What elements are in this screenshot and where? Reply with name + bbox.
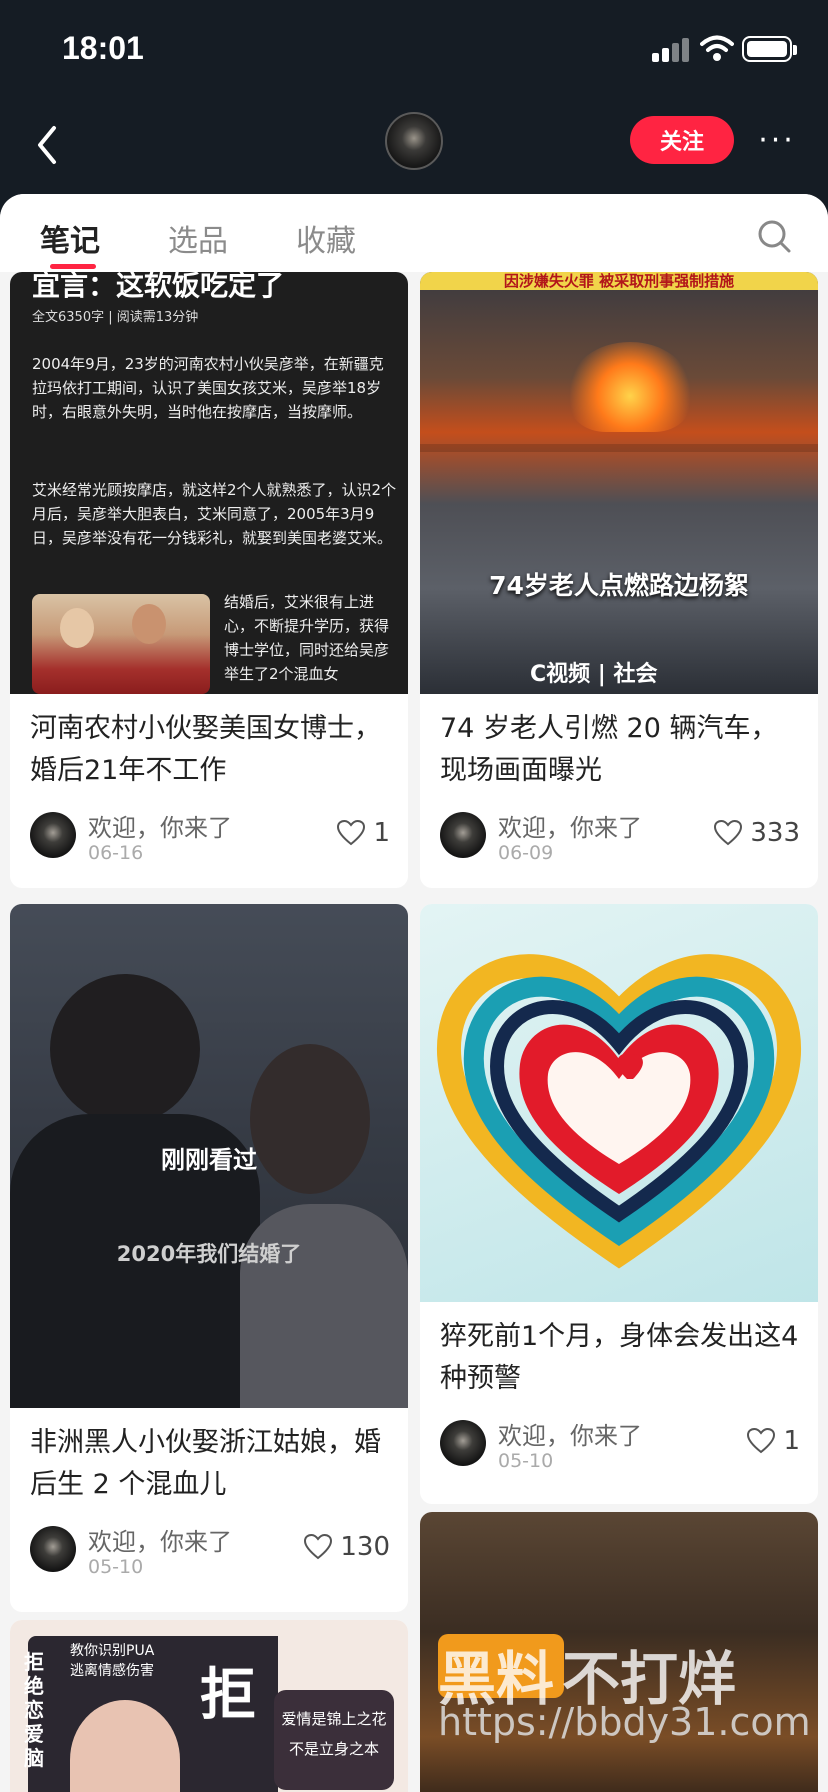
note-date: 05-10: [88, 1556, 144, 1578]
book-spine-title: 拒绝恋爱脑: [24, 1650, 44, 1770]
article-paragraph: 结婚后，艾米很有上进心，不断提升学历，获得博士学位，同时还给吴彦举生了2个混血女: [224, 593, 390, 683]
like-count: 1: [783, 1426, 800, 1456]
article-headline: 宜言：这软饭吃定了: [32, 272, 285, 302]
photo-caption: 2020年我们结婚了: [116, 1242, 302, 1266]
note-title: 猝死前1个月，身体会发出这4种预警: [440, 1321, 799, 1394]
note-card[interactable]: 因涉嫌失火罪 被采取刑事强制措施 74岁老人点燃路边杨絮 C视频 | 社会 74…: [420, 272, 818, 888]
heart-icon: [337, 820, 366, 846]
quote-box: 爱情是锦上之花 不是立身之本: [274, 1690, 394, 1790]
like-count: 1: [373, 818, 390, 848]
book-subtitle: 教你识别PUA: [70, 1643, 155, 1659]
heart-icon: [304, 1534, 333, 1560]
author-name: 欢迎，你来了: [498, 814, 642, 842]
author-avatar: [440, 812, 486, 858]
like-button[interactable]: 1: [747, 1426, 800, 1456]
tab-favorites[interactable]: 收藏: [296, 216, 356, 260]
back-arrow-icon[interactable]: [28, 118, 72, 172]
active-tab-indicator: [50, 264, 96, 269]
status-time: 18:01: [62, 30, 144, 66]
news-banner: 因涉嫌失火罪 被采取刑事强制措施: [420, 272, 818, 290]
tab-bar: 笔记 选品 收藏: [0, 194, 828, 272]
video-caption: 74岁老人点燃路边杨絮: [489, 571, 749, 600]
author-avatar: [440, 1420, 486, 1466]
note-card[interactable]: 黑料 不打烊 https://bbdy31.com: [420, 1512, 818, 1792]
author-name: 欢迎，你来了: [88, 814, 232, 842]
note-title: 非洲黑人小伙娶浙江姑娘，婚后生 2 个混血儿: [30, 1427, 381, 1500]
note-cover-image: 宜言：这软饭吃定了 全文6350字 | 阅读需13分钟 2004年9月，23岁的…: [10, 272, 408, 694]
note-cover-image: 黑料 不打烊 https://bbdy31.com: [420, 1512, 818, 1792]
note-cover-image: 刚刚看过 2020年我们结婚了: [10, 904, 408, 1408]
heart-icon: [714, 820, 743, 846]
video-source-label: C视频 | 社会: [530, 662, 658, 687]
like-button[interactable]: 1: [337, 818, 390, 848]
note-card[interactable]: 猝死前1个月，身体会发出这4种预警 欢迎，你来了 05-10 1: [420, 904, 818, 1504]
tab-notes[interactable]: 笔记: [40, 216, 100, 260]
couple-photo: [32, 594, 210, 694]
note-title: 河南农村小伙娶美国女博士，婚后21年不工作: [30, 713, 381, 786]
status-bar: 18:01: [0, 0, 828, 96]
author-avatar: [30, 812, 76, 858]
heart-illustration: [436, 954, 802, 1269]
note-card[interactable]: 刚刚看过 2020年我们结婚了 非洲黑人小伙娶浙江姑娘，婚后生 2 个混血儿 欢…: [10, 904, 408, 1612]
search-icon[interactable]: [758, 220, 792, 254]
fire-shape: [570, 342, 690, 432]
cellular-signal-icon: [652, 36, 692, 62]
heart-icon: [747, 1428, 776, 1454]
recently-viewed-label: 刚刚看过: [161, 1146, 257, 1174]
article-meta: 全文6350字 | 阅读需13分钟: [32, 310, 199, 325]
author-avatar: [30, 1526, 76, 1572]
more-options-icon[interactable]: ···: [752, 120, 802, 160]
note-date: 05-10: [498, 1450, 554, 1472]
note-cover-image: [420, 904, 818, 1302]
wifi-icon: [700, 35, 734, 61]
quote-line: 爱情是锦上之花: [281, 1710, 387, 1728]
like-count: 333: [750, 818, 800, 848]
like-button[interactable]: 130: [304, 1532, 390, 1562]
book-subtitle: 逃离情感伤害: [70, 1663, 154, 1679]
note-title: 74 岁老人引燃 20 辆汽车，现场画面曝光: [440, 713, 778, 786]
note-card[interactable]: 拒绝恋爱脑 教你识别PUA 逃离情感伤害 拒 爱情是锦上之花 不是立身之本: [10, 1620, 408, 1792]
profile-header: 关注 ···: [0, 96, 828, 196]
author-name: 欢迎，你来了: [88, 1528, 232, 1556]
quote-line: 不是立身之本: [288, 1740, 379, 1758]
like-button[interactable]: 333: [714, 818, 800, 848]
note-cover-image: 因涉嫌失火罪 被采取刑事强制措施 74岁老人点燃路边杨絮 C视频 | 社会: [420, 272, 818, 694]
author-name: 欢迎，你来了: [498, 1422, 642, 1450]
follow-button[interactable]: 关注: [630, 116, 734, 164]
tab-products[interactable]: 选品: [168, 216, 228, 260]
watermark-url: https://bbdy31.com: [438, 1700, 811, 1744]
like-count: 130: [340, 1532, 390, 1562]
battery-icon: [742, 36, 797, 62]
note-date: 06-16: [88, 842, 144, 864]
article-paragraph: 艾米经常光顾按摩店，就这样2个人就熟悉了，认识2个月后，吴彦举大胆表白，艾米同意…: [32, 481, 397, 547]
note-date: 06-09: [498, 842, 554, 864]
note-card[interactable]: 宜言：这软饭吃定了 全文6350字 | 阅读需13分钟 2004年9月，23岁的…: [10, 272, 408, 888]
profile-avatar[interactable]: [385, 112, 443, 170]
note-cover-image: 拒绝恋爱脑 教你识别PUA 逃离情感伤害 拒 爱情是锦上之花 不是立身之本: [10, 1620, 408, 1792]
content-panel: 笔记 选品 收藏 宜言：这软饭吃定了 全文6350字 | 阅读需13分钟 200…: [0, 194, 828, 1792]
book-title: 拒: [200, 1663, 256, 1728]
article-paragraph: 2004年9月，23岁的河南农村小伙吴彦举，在新疆克拉玛依打工期间，认识了美国女…: [32, 355, 384, 421]
